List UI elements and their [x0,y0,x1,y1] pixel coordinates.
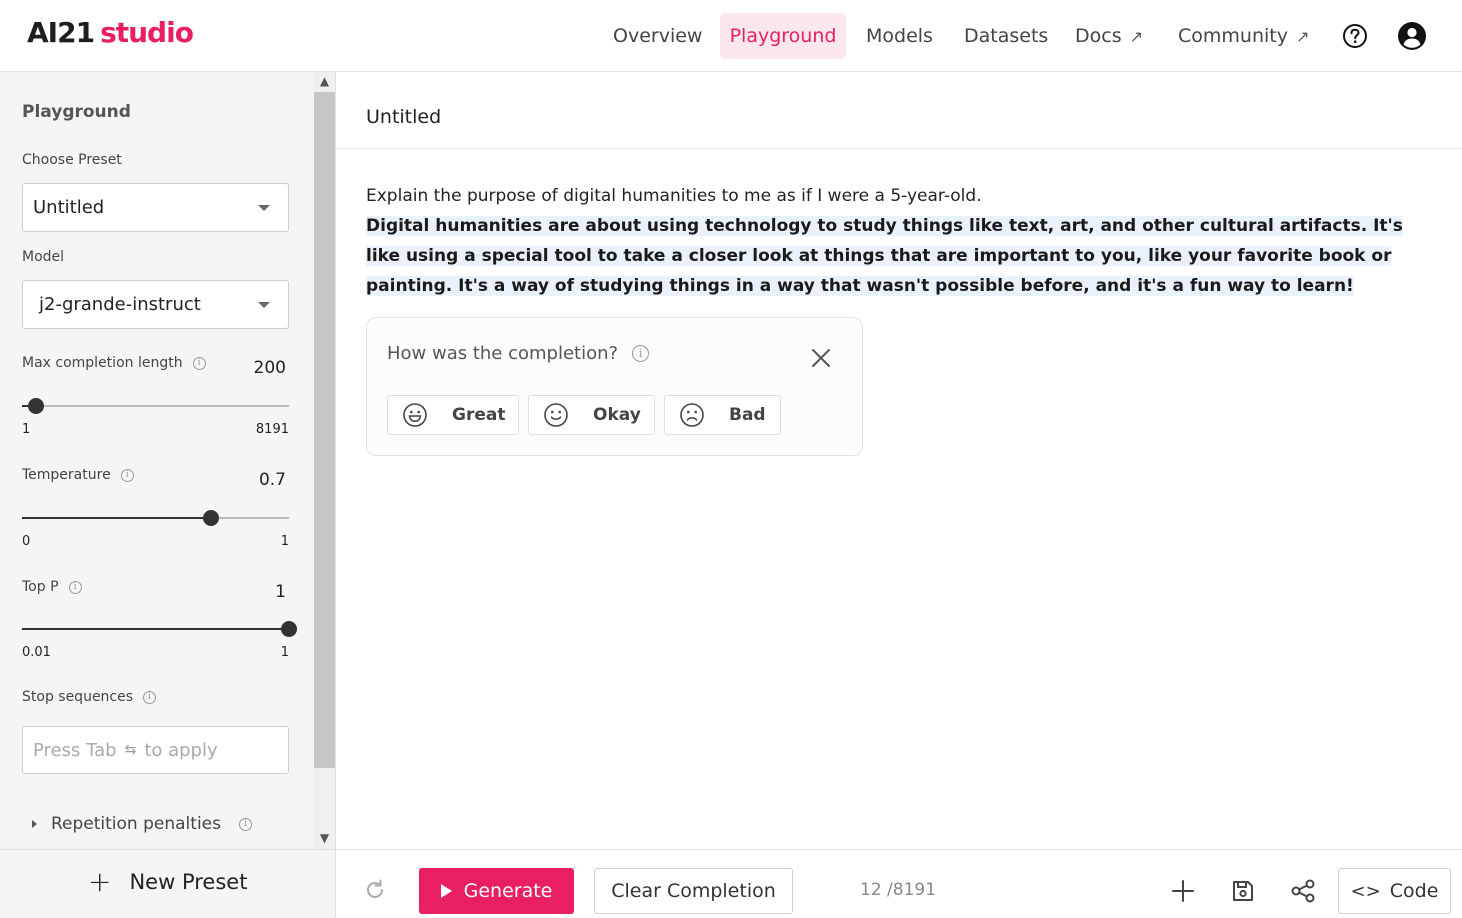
grin-face-icon [403,403,427,427]
nav-overview[interactable]: Overview [603,13,712,59]
logo-ai-text: AI21 [27,16,95,49]
nav-playground[interactable]: Playground [720,13,846,59]
chevron-down-icon [258,205,270,211]
smile-face-icon [544,403,568,427]
logo-studio-text: studio [100,16,194,49]
info-icon[interactable]: i [238,817,252,831]
top-p-label: Top Pi [22,579,82,595]
max-length-slider[interactable] [22,398,289,414]
model-select[interactable]: j2-grande-instruct [22,280,289,329]
slider-handle[interactable] [28,398,44,414]
refresh-icon[interactable] [363,878,387,902]
preset-select[interactable]: Untitled [22,183,289,232]
completion-feedback-card: How was the completion? i Great Okay Bad [366,317,863,456]
feedback-okay-button[interactable]: Okay [528,395,655,435]
save-icon[interactable] [1230,878,1256,904]
preset-value: Untitled [33,197,105,218]
temperature-value[interactable]: 0.7 [230,470,286,490]
scrollbar-thumb[interactable] [314,92,335,768]
bottom-toolbar: Generate Clear Completion 12 /8191 <> Co… [336,849,1462,918]
code-brackets-icon: <> [1350,880,1381,902]
new-preset-button[interactable]: + New Preset [88,865,247,898]
divider [336,148,1462,149]
info-icon[interactable]: i [143,690,157,704]
temperature-min: 0 [22,534,31,549]
completion-text: Digital humanities are about using techn… [366,216,1403,296]
help-icon[interactable] [1342,23,1368,49]
user-account-icon[interactable] [1397,21,1427,51]
model-label: Model [22,249,65,265]
prompt-editor[interactable]: Explain the purpose of digital humanitie… [366,181,1426,301]
temperature-label: Temperature i [22,467,134,483]
feedback-bad-button[interactable]: Bad [664,395,781,435]
top-p-value[interactable]: 1 [230,582,286,602]
max-length-max: 8191 [255,422,289,437]
scroll-up-icon[interactable]: ▲ [318,75,331,88]
chevron-down-icon [258,302,270,308]
temperature-max: 1 [280,534,289,549]
feedback-great-button[interactable]: Great [387,395,519,435]
new-preset-bar: + New Preset [0,849,335,918]
preset-label: Choose Preset [22,152,122,168]
play-icon [440,884,452,898]
slider-handle[interactable] [281,621,297,637]
info-icon[interactable]: i [120,468,134,482]
logo[interactable]: AI21 studio [27,16,194,49]
code-button[interactable]: <> Code [1338,868,1451,914]
stop-sequences-label: Stop sequences i [22,689,157,705]
info-icon[interactable]: i [192,356,206,370]
document-title[interactable]: Untitled [366,106,441,128]
sidebar-title: Playground [22,102,131,122]
nav-datasets[interactable]: Datasets [954,13,1058,59]
add-icon[interactable] [1170,878,1196,904]
frown-face-icon [680,403,704,427]
slider-handle[interactable] [203,510,219,526]
clear-completion-button[interactable]: Clear Completion [594,868,793,914]
sidebar-scrollbar[interactable]: ▲ ▼ [314,72,335,849]
share-icon[interactable] [1290,878,1316,904]
settings-sidebar: Playground Choose Preset Untitled Model … [0,72,336,918]
prompt-text: Explain the purpose of digital humanitie… [366,186,982,206]
scroll-down-icon[interactable]: ▼ [318,832,331,845]
top-p-max: 1 [280,645,289,660]
max-length-label: Max completion length i [22,355,206,371]
info-icon[interactable]: i [632,345,650,362]
temperature-slider[interactable] [22,510,289,526]
max-length-min: 1 [22,422,31,437]
stop-sequences-input[interactable]: Press Tab ⇆ to apply [22,726,289,774]
repetition-penalties-toggle[interactable]: Repetition penalties i [32,814,252,834]
nav-community[interactable]: Community ↗ [1168,13,1319,59]
caret-right-icon [32,820,37,828]
model-value: j2-grande-instruct [39,294,201,315]
top-p-min: 0.01 [22,645,51,660]
nav-models[interactable]: Models [856,13,943,59]
tab-key-icon: ⇆ [124,742,137,758]
info-icon[interactable]: i [68,580,82,594]
top-p-slider[interactable] [22,621,297,637]
plus-icon: + [88,865,112,898]
feedback-question: How was the completion? i [387,343,650,364]
close-icon[interactable] [809,346,833,370]
max-length-value[interactable]: 200 [230,358,286,378]
generate-button[interactable]: Generate [419,868,574,914]
top-header: AI21 studio Overview Playground Models Da… [0,0,1462,72]
token-count: 12 /8191 [860,880,937,900]
external-link-icon: ↗ [1295,26,1310,46]
nav-docs[interactable]: Docs ↗ [1065,13,1153,59]
external-link-icon: ↗ [1129,26,1144,46]
